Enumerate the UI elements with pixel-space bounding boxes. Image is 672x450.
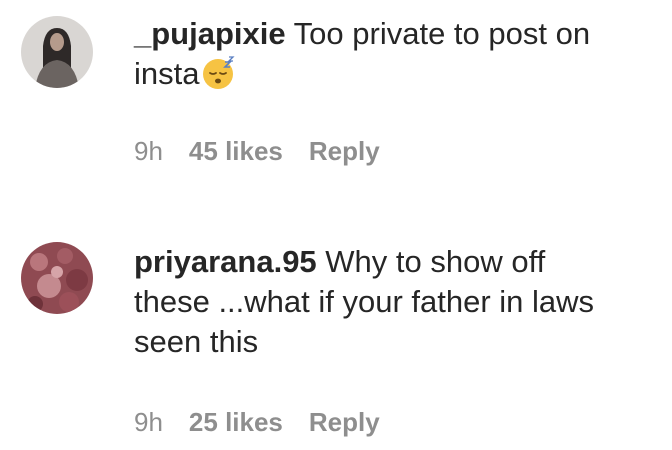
profile-photo-icon xyxy=(21,242,93,314)
comment-likes[interactable]: 25 likes xyxy=(189,407,283,437)
comment-timestamp: 9h xyxy=(134,407,163,437)
reply-button[interactable]: Reply xyxy=(309,407,380,437)
comment-body: _pujapixie Too private to post on insta xyxy=(134,14,664,94)
comment-timestamp: 9h xyxy=(134,136,163,166)
comment-likes[interactable]: 45 likes xyxy=(189,136,283,166)
comment-text-continued: seen this xyxy=(134,324,259,359)
comment-text-continued: insta xyxy=(134,56,200,91)
reply-button[interactable]: Reply xyxy=(309,136,380,166)
comment-text: Why to show off xyxy=(325,244,546,279)
comment-text: Too private to post on xyxy=(293,16,591,51)
avatar[interactable] xyxy=(21,242,93,314)
comment-username[interactable]: priyarana.95 xyxy=(134,244,317,279)
sleeping-face-icon xyxy=(201,56,236,90)
comment-username[interactable]: _pujapixie xyxy=(134,16,286,51)
avatar[interactable] xyxy=(21,16,93,88)
comment-meta: 9h 45 likes Reply xyxy=(134,136,406,166)
profile-photo-icon xyxy=(21,16,93,88)
comment-body: priyarana.95 Why to show off these ...wh… xyxy=(134,242,664,362)
comment-meta: 9h 25 likes Reply xyxy=(134,407,406,437)
comment-text-continued: these ...what if your father in laws xyxy=(134,284,595,319)
comments-feed: _pujapixie Too private to post on insta … xyxy=(0,0,672,450)
